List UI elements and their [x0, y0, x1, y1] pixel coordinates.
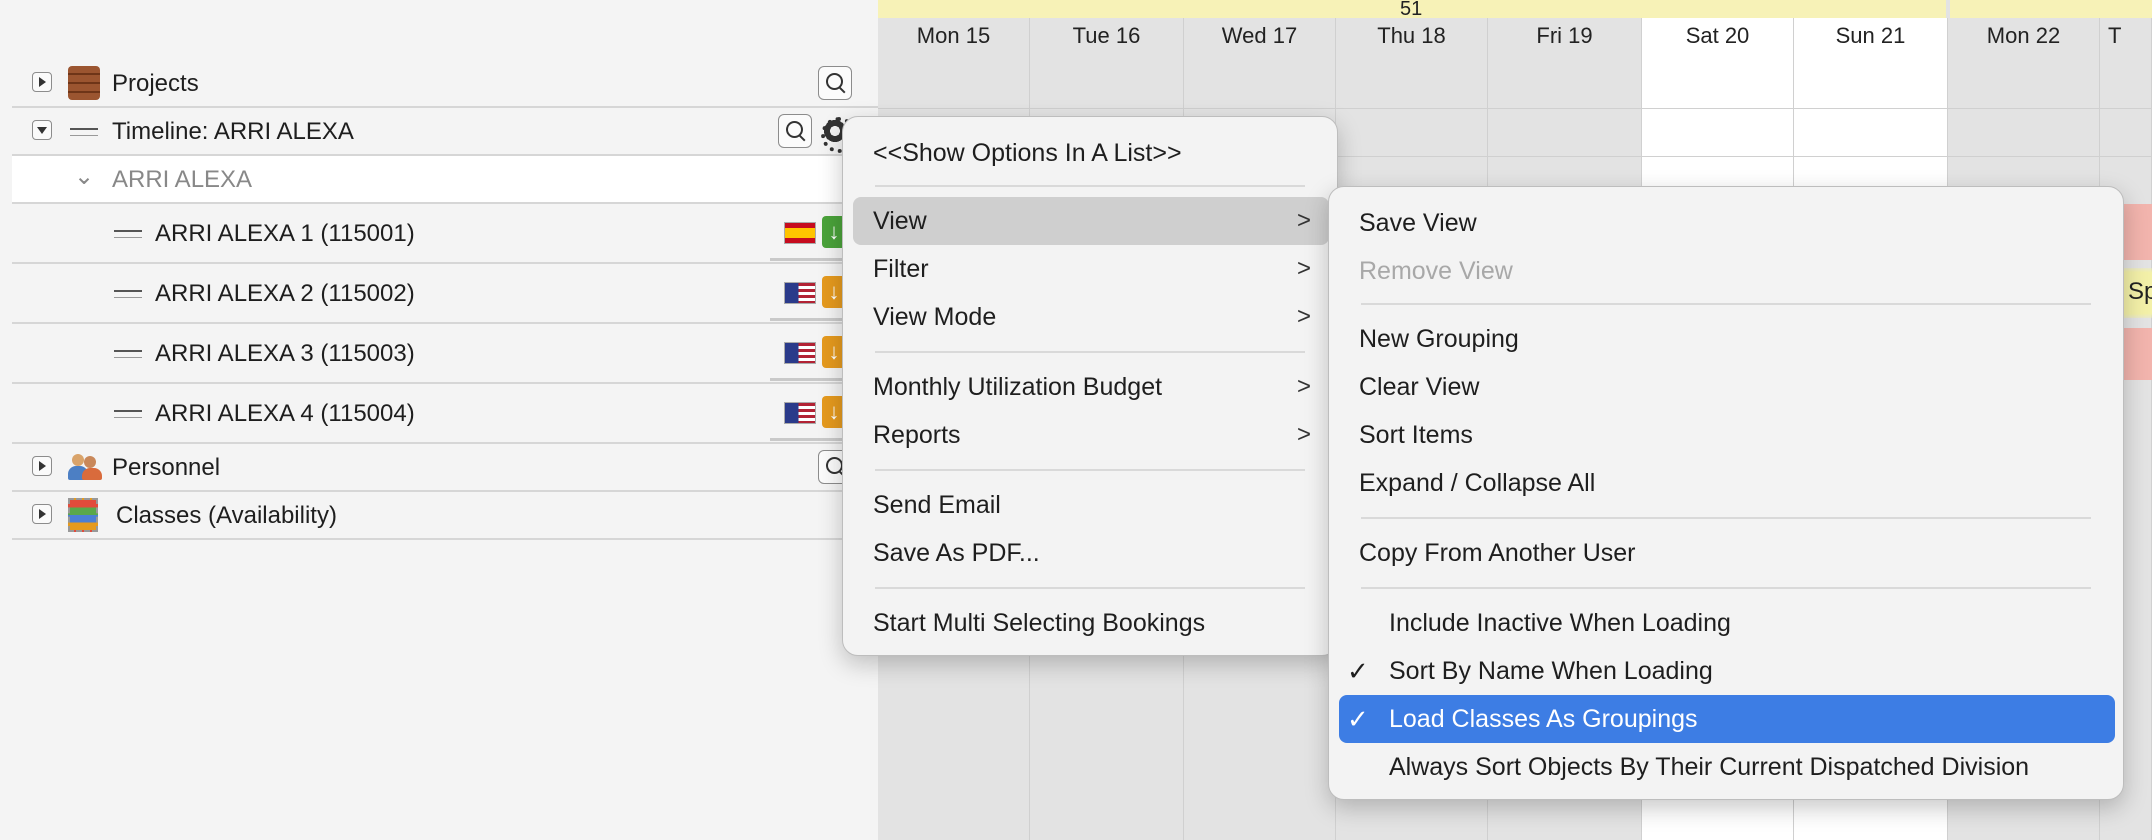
- row-divider: [878, 108, 2152, 109]
- menu-item-filter[interactable]: Filter >: [853, 245, 1329, 293]
- menu-item-save-view[interactable]: Save View: [1339, 199, 2115, 247]
- day-header[interactable]: Tue 16: [1030, 18, 1184, 54]
- menu-separator: [1361, 303, 2091, 305]
- tree-item-row[interactable]: ARRI ALEXA 4 (115004) ↓: [12, 384, 878, 444]
- tree-row-timeline[interactable]: Timeline: ARRI ALEXA: [12, 108, 878, 156]
- menu-separator: [1361, 587, 2091, 589]
- tree-row-classes[interactable]: Classes (Availability): [12, 492, 878, 540]
- arri-alexa-logo-icon: [114, 410, 142, 418]
- menu-item-remove-view: Remove View: [1359, 257, 1513, 285]
- expand-disclosure-icon[interactable]: [32, 72, 52, 92]
- menu-item-load-classes[interactable]: ✓ Load Classes As Groupings: [1339, 695, 2115, 743]
- us-flag-icon: [784, 282, 816, 304]
- chevron-right-icon: >: [1296, 373, 1311, 400]
- tree-item-row[interactable]: ARRI ALEXA 3 (115003) ↓: [12, 324, 878, 384]
- menu-item-include-inactive[interactable]: Include Inactive When Loading: [1339, 599, 2115, 647]
- menu-item-reports[interactable]: Reports >: [853, 411, 1329, 459]
- menu-item-view-mode[interactable]: View Mode >: [853, 293, 1329, 341]
- arri-alexa-logo-icon: [114, 350, 142, 358]
- menu-item-monthly-budget[interactable]: Monthly Utilization Budget >: [853, 363, 1329, 411]
- projects-label: Projects: [112, 70, 199, 97]
- timeline-label: Timeline: ARRI ALEXA: [112, 118, 354, 145]
- menu-item-label: Sort By Name When Loading: [1389, 657, 1713, 685]
- day-header[interactable]: Mon 15: [878, 18, 1030, 54]
- arri-alexa-logo-icon: [114, 230, 142, 238]
- menu-item-sort-items[interactable]: Sort Items: [1339, 411, 2115, 459]
- tree-row-projects[interactable]: Projects: [12, 60, 878, 108]
- menu-separator: [1361, 517, 2091, 519]
- us-flag-icon: [784, 402, 816, 424]
- item-label: ARRI ALEXA 1 (115001): [155, 220, 415, 247]
- week-strip-next: [1950, 0, 2152, 18]
- us-flag-icon: [784, 342, 816, 364]
- tree-row-personnel[interactable]: Personnel: [12, 444, 878, 492]
- day-header[interactable]: Wed 17: [1184, 18, 1336, 54]
- personnel-label: Personnel: [112, 454, 221, 481]
- checkmark-icon: ✓: [1347, 704, 1369, 734]
- projects-search-icon[interactable]: [818, 66, 852, 100]
- booking-label: Sp: [2128, 278, 2152, 305]
- day-header[interactable]: Fri 19: [1488, 18, 1642, 54]
- group-label: ARRI ALEXA: [112, 166, 253, 193]
- menu-separator: [875, 351, 1305, 353]
- menu-item-label: Filter: [873, 255, 929, 283]
- menu-item-label: Load Classes As Groupings: [1389, 705, 1698, 733]
- day-header[interactable]: Sun 21: [1794, 18, 1948, 54]
- item-label: ARRI ALEXA 2 (115002): [155, 280, 415, 307]
- context-menu: <<Show Options In A List>> View > Filter…: [842, 116, 1338, 656]
- menu-item-always-sort[interactable]: Always Sort Objects By Their Current Dis…: [1339, 743, 2115, 791]
- checkmark-icon: ✓: [1347, 656, 1369, 686]
- day-header[interactable]: T: [2100, 18, 2152, 54]
- view-submenu: Save View Remove View New Grouping Clear…: [1328, 186, 2124, 800]
- menu-item-clear-view[interactable]: Clear View: [1339, 363, 2115, 411]
- es-flag-icon: [784, 222, 816, 244]
- menu-item-label: Reports: [873, 421, 961, 449]
- day-header[interactable]: Mon 22: [1948, 18, 2100, 54]
- menu-item-multi-select[interactable]: Start Multi Selecting Bookings: [853, 599, 1329, 647]
- expand-disclosure-icon[interactable]: [32, 504, 52, 524]
- menu-item-view[interactable]: View >: [853, 197, 1329, 245]
- menu-item-label: Monthly Utilization Budget: [873, 373, 1163, 401]
- menu-separator: [875, 587, 1305, 589]
- menu-item-sort-by-name[interactable]: ✓ Sort By Name When Loading: [1339, 647, 2115, 695]
- projects-cabinet-icon: [68, 66, 100, 100]
- menu-item-label: View: [873, 207, 927, 235]
- item-label: ARRI ALEXA 4 (115004): [155, 400, 415, 427]
- collapse-disclosure-icon[interactable]: [32, 120, 52, 140]
- chevron-down-icon[interactable]: ⌄: [74, 162, 94, 191]
- tree-row-group[interactable]: ⌄ ARRI ALEXA: [12, 156, 878, 204]
- menu-item-copy-from-user[interactable]: Copy From Another User: [1339, 529, 2115, 577]
- menu-item-show-options[interactable]: <<Show Options In A List>>: [853, 129, 1329, 177]
- chevron-right-icon: >: [1296, 303, 1311, 330]
- menu-item-label: View Mode: [873, 303, 997, 331]
- menu-item-new-grouping[interactable]: New Grouping: [1339, 315, 2115, 363]
- arri-alexa-logo-icon: [70, 128, 98, 136]
- chevron-right-icon: >: [1296, 421, 1311, 448]
- menu-item-save-pdf[interactable]: Save As PDF...: [853, 529, 1329, 577]
- item-label: ARRI ALEXA 3 (115003): [155, 340, 415, 367]
- menu-separator: [875, 469, 1305, 471]
- arri-alexa-logo-icon: [114, 290, 142, 298]
- menu-separator: [875, 185, 1305, 187]
- chevron-right-icon: >: [1296, 207, 1311, 234]
- tree-item-row[interactable]: ARRI ALEXA 2 (115002) ↓: [12, 264, 878, 324]
- classes-availability-icon: [68, 498, 98, 532]
- timeline-search-icon[interactable]: [778, 114, 812, 148]
- expand-disclosure-icon[interactable]: [32, 456, 52, 476]
- classes-label: Classes (Availability): [116, 502, 337, 529]
- day-header[interactable]: Thu 18: [1336, 18, 1488, 54]
- day-header[interactable]: Sat 20: [1642, 18, 1794, 54]
- chevron-right-icon: >: [1296, 255, 1311, 282]
- resource-tree-panel: Projects Timeline: ARRI ALEXA ⌄ ARRI ALE…: [0, 0, 878, 840]
- tree-item-row[interactable]: ARRI ALEXA 1 (115001) ↓: [12, 204, 878, 264]
- menu-item-send-email[interactable]: Send Email: [853, 481, 1329, 529]
- menu-item-expand-collapse[interactable]: Expand / Collapse All: [1339, 459, 2115, 507]
- personnel-people-icon: [68, 452, 102, 482]
